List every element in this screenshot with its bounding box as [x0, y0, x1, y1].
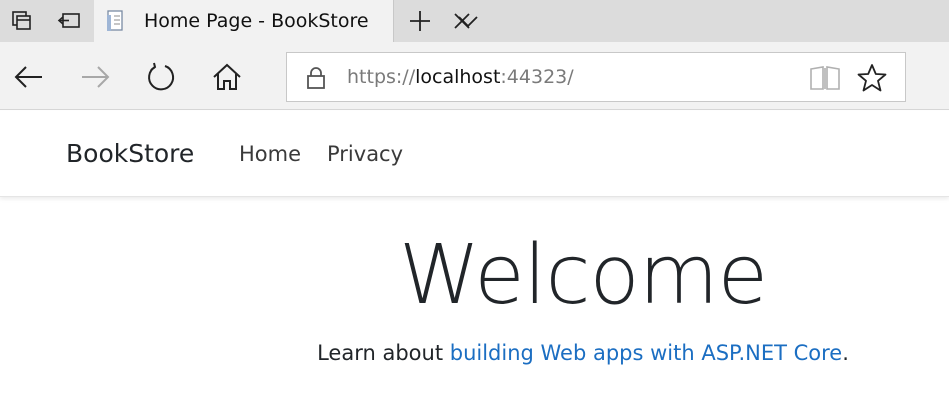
- learn-prefix: Learn about: [317, 341, 450, 365]
- learn-container: Learn about building Web apps with ASP.N…: [0, 336, 949, 370]
- chevron-down-icon: [458, 16, 478, 28]
- plus-icon: [410, 11, 430, 31]
- heading-container: Welcome: [0, 226, 949, 326]
- url-host: localhost: [415, 66, 501, 88]
- lock-icon[interactable]: [305, 66, 327, 90]
- nav-link-home[interactable]: Home: [239, 111, 301, 197]
- main-content: Welcome Learn about building Web apps wi…: [0, 198, 949, 410]
- address-bar[interactable]: https://localhost:44323/: [286, 52, 906, 102]
- site-navbar: BookStore Home Privacy: [0, 111, 949, 197]
- tab-preview-button[interactable]: [448, 0, 488, 42]
- back-arrow-icon: [14, 66, 42, 88]
- new-tab-button[interactable]: [400, 0, 440, 42]
- tab-actions-button[interactable]: [0, 0, 44, 42]
- home-button[interactable]: [210, 60, 244, 94]
- learn-paragraph: Learn about building Web apps with ASP.N…: [0, 336, 949, 370]
- back-button[interactable]: [12, 60, 46, 94]
- url-port: :44323/: [500, 66, 574, 88]
- tab-actions-icon: [12, 11, 31, 30]
- url-scheme: https://: [347, 66, 416, 88]
- active-tab[interactable]: Home Page - BookStore: [94, 0, 470, 42]
- aspnet-docs-link[interactable]: building Web apps with ASP.NET Core: [450, 341, 842, 365]
- set-tabs-aside-icon: [57, 13, 80, 28]
- browser-tab-strip: Home Page - BookStore: [0, 0, 949, 42]
- brand-link[interactable]: BookStore: [66, 111, 194, 197]
- url-text[interactable]: https://localhost:44323/: [347, 53, 574, 101]
- nav-link-privacy[interactable]: Privacy: [327, 111, 403, 197]
- forward-button[interactable]: [78, 60, 112, 94]
- set-tabs-aside-button[interactable]: [47, 0, 91, 42]
- refresh-icon: [148, 62, 175, 91]
- page-favicon-icon: [107, 10, 123, 31]
- tab-title: Home Page - BookStore: [144, 10, 369, 32]
- learn-suffix: .: [842, 341, 849, 365]
- home-icon: [213, 63, 241, 90]
- star-icon[interactable]: [857, 63, 887, 93]
- page-heading: Welcome: [398, 228, 768, 323]
- reading-view-icon[interactable]: [809, 65, 841, 91]
- forward-arrow-icon: [82, 66, 110, 88]
- refresh-button[interactable]: [144, 60, 178, 94]
- tab-title-clip: Home Page - BookStore: [144, 0, 442, 42]
- browser-toolbar: https://localhost:44323/: [0, 42, 949, 110]
